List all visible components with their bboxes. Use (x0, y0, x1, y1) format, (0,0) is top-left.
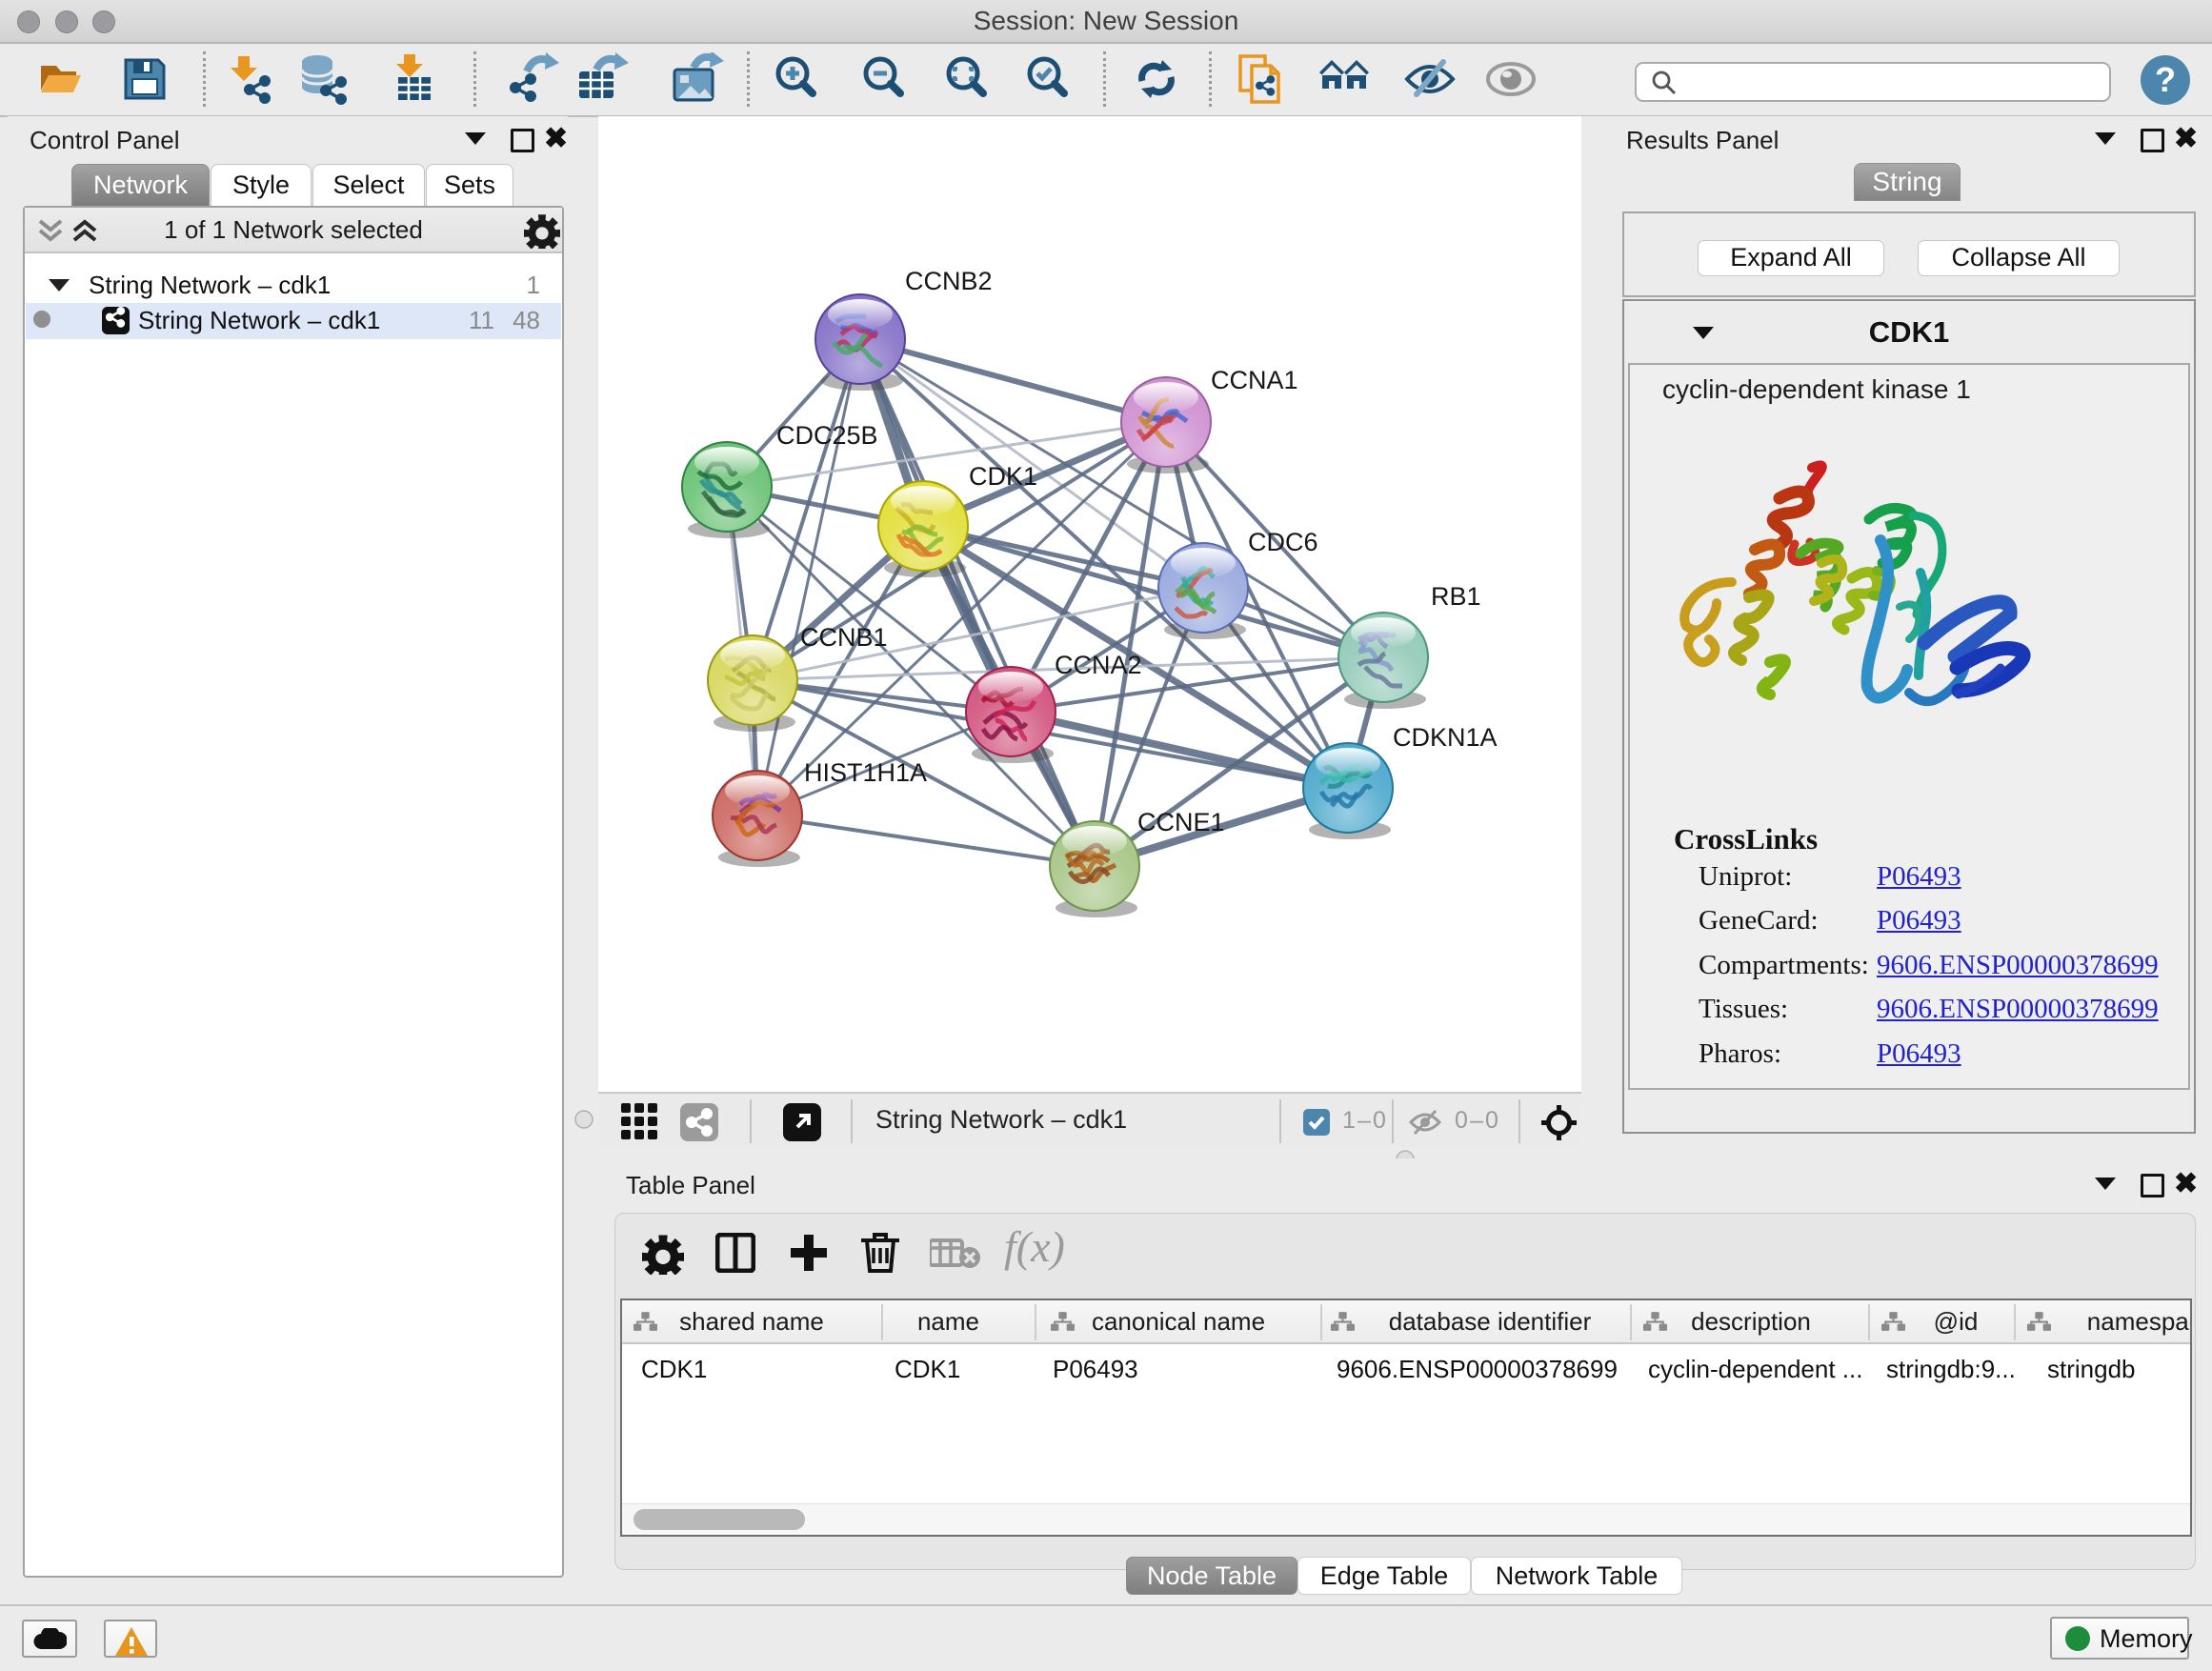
svg-text:CCNA2: CCNA2 (1055, 651, 1142, 679)
svg-text:CDC25B: CDC25B (776, 421, 878, 450)
svg-text:CDKN1A: CDKN1A (1393, 723, 1498, 752)
svg-text:CCNB2: CCNB2 (905, 267, 993, 295)
svg-text:RB1: RB1 (1431, 582, 1481, 611)
svg-text:CCNB1: CCNB1 (800, 623, 888, 652)
svg-text:CCNA1: CCNA1 (1211, 366, 1298, 394)
svg-text:CDK1: CDK1 (969, 462, 1037, 491)
svg-text:CCNE1: CCNE1 (1137, 808, 1225, 836)
svg-text:CDC6: CDC6 (1248, 528, 1318, 556)
svg-text:?: ? (2155, 60, 2176, 99)
svg-text:HIST1H1A: HIST1H1A (804, 758, 927, 787)
